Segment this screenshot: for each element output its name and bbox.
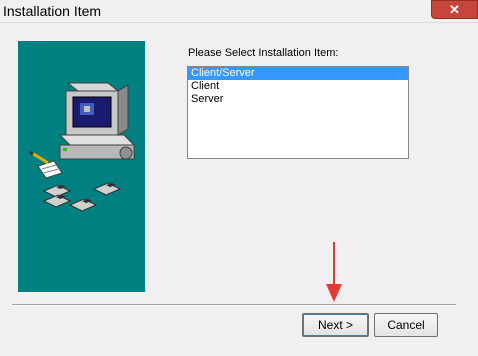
next-button[interactable]: Next > [302, 313, 369, 337]
list-item-client[interactable]: Client [188, 80, 408, 93]
separator-highlight [12, 305, 456, 306]
red-arrow-icon [326, 242, 342, 302]
close-icon: ✕ [449, 1, 460, 17]
installation-item-list[interactable]: Client/Server Client Server [187, 66, 409, 159]
close-button[interactable]: ✕ [431, 0, 478, 19]
cancel-button[interactable]: Cancel [374, 313, 438, 337]
title-bar: Installation Item ✕ [0, 0, 478, 22]
window-title: Installation Item [3, 3, 102, 19]
installer-art-panel [18, 41, 145, 292]
list-item-server[interactable]: Server [188, 93, 408, 106]
computer-with-disks-icon [29, 82, 136, 212]
selection-prompt: Please Select Installation Item: [188, 47, 339, 59]
list-item-client-server[interactable]: Client/Server [188, 67, 408, 80]
